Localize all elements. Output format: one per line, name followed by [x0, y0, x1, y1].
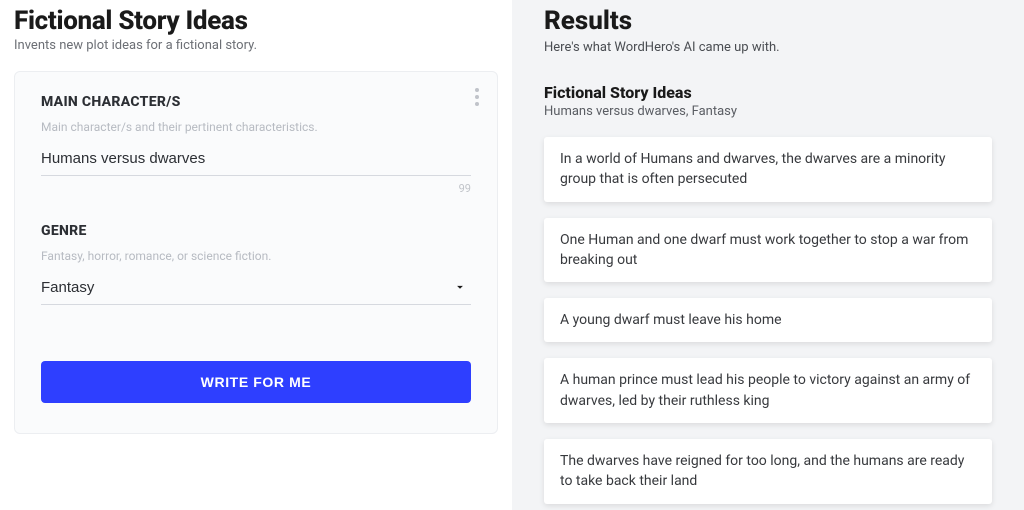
genre-label: GENRE	[41, 223, 471, 239]
results-title: Results	[544, 6, 992, 36]
genre-hint: Fantasy, horror, romance, or science fic…	[41, 249, 471, 263]
main-character-input[interactable]	[41, 146, 471, 176]
page-title: Fictional Story Ideas	[14, 6, 498, 36]
genre-select[interactable]	[41, 275, 471, 305]
page-subtitle: Invents new plot ideas for a fictional s…	[14, 38, 498, 53]
results-block-title: Fictional Story Ideas	[544, 83, 992, 102]
main-character-label: MAIN CHARACTER/S	[41, 94, 471, 110]
result-item[interactable]: In a world of Humans and dwarves, the dw…	[544, 137, 992, 202]
write-for-me-button[interactable]: WRITE FOR ME	[41, 361, 471, 403]
result-item[interactable]: A human prince must lead his people to v…	[544, 358, 992, 423]
kebab-menu-icon[interactable]	[471, 84, 483, 110]
results-block-subtitle: Humans versus dwarves, Fantasy	[544, 104, 992, 119]
result-item[interactable]: A young dwarf must leave his home	[544, 298, 992, 342]
main-character-hint: Main character/s and their pertinent cha…	[41, 120, 471, 134]
results-panel: Results Here's what WordHero's AI came u…	[512, 0, 1024, 510]
result-item[interactable]: One Human and one dwarf must work togeth…	[544, 218, 992, 283]
form-panel: Fictional Story Ideas Invents new plot i…	[0, 0, 512, 510]
genre-select-wrap	[41, 275, 471, 305]
results-subtitle: Here's what WordHero's AI came up with.	[544, 40, 992, 55]
character-count: 99	[41, 182, 471, 195]
result-item[interactable]: The dwarves have reigned for too long, a…	[544, 439, 992, 504]
input-card: MAIN CHARACTER/S Main character/s and th…	[14, 71, 498, 434]
